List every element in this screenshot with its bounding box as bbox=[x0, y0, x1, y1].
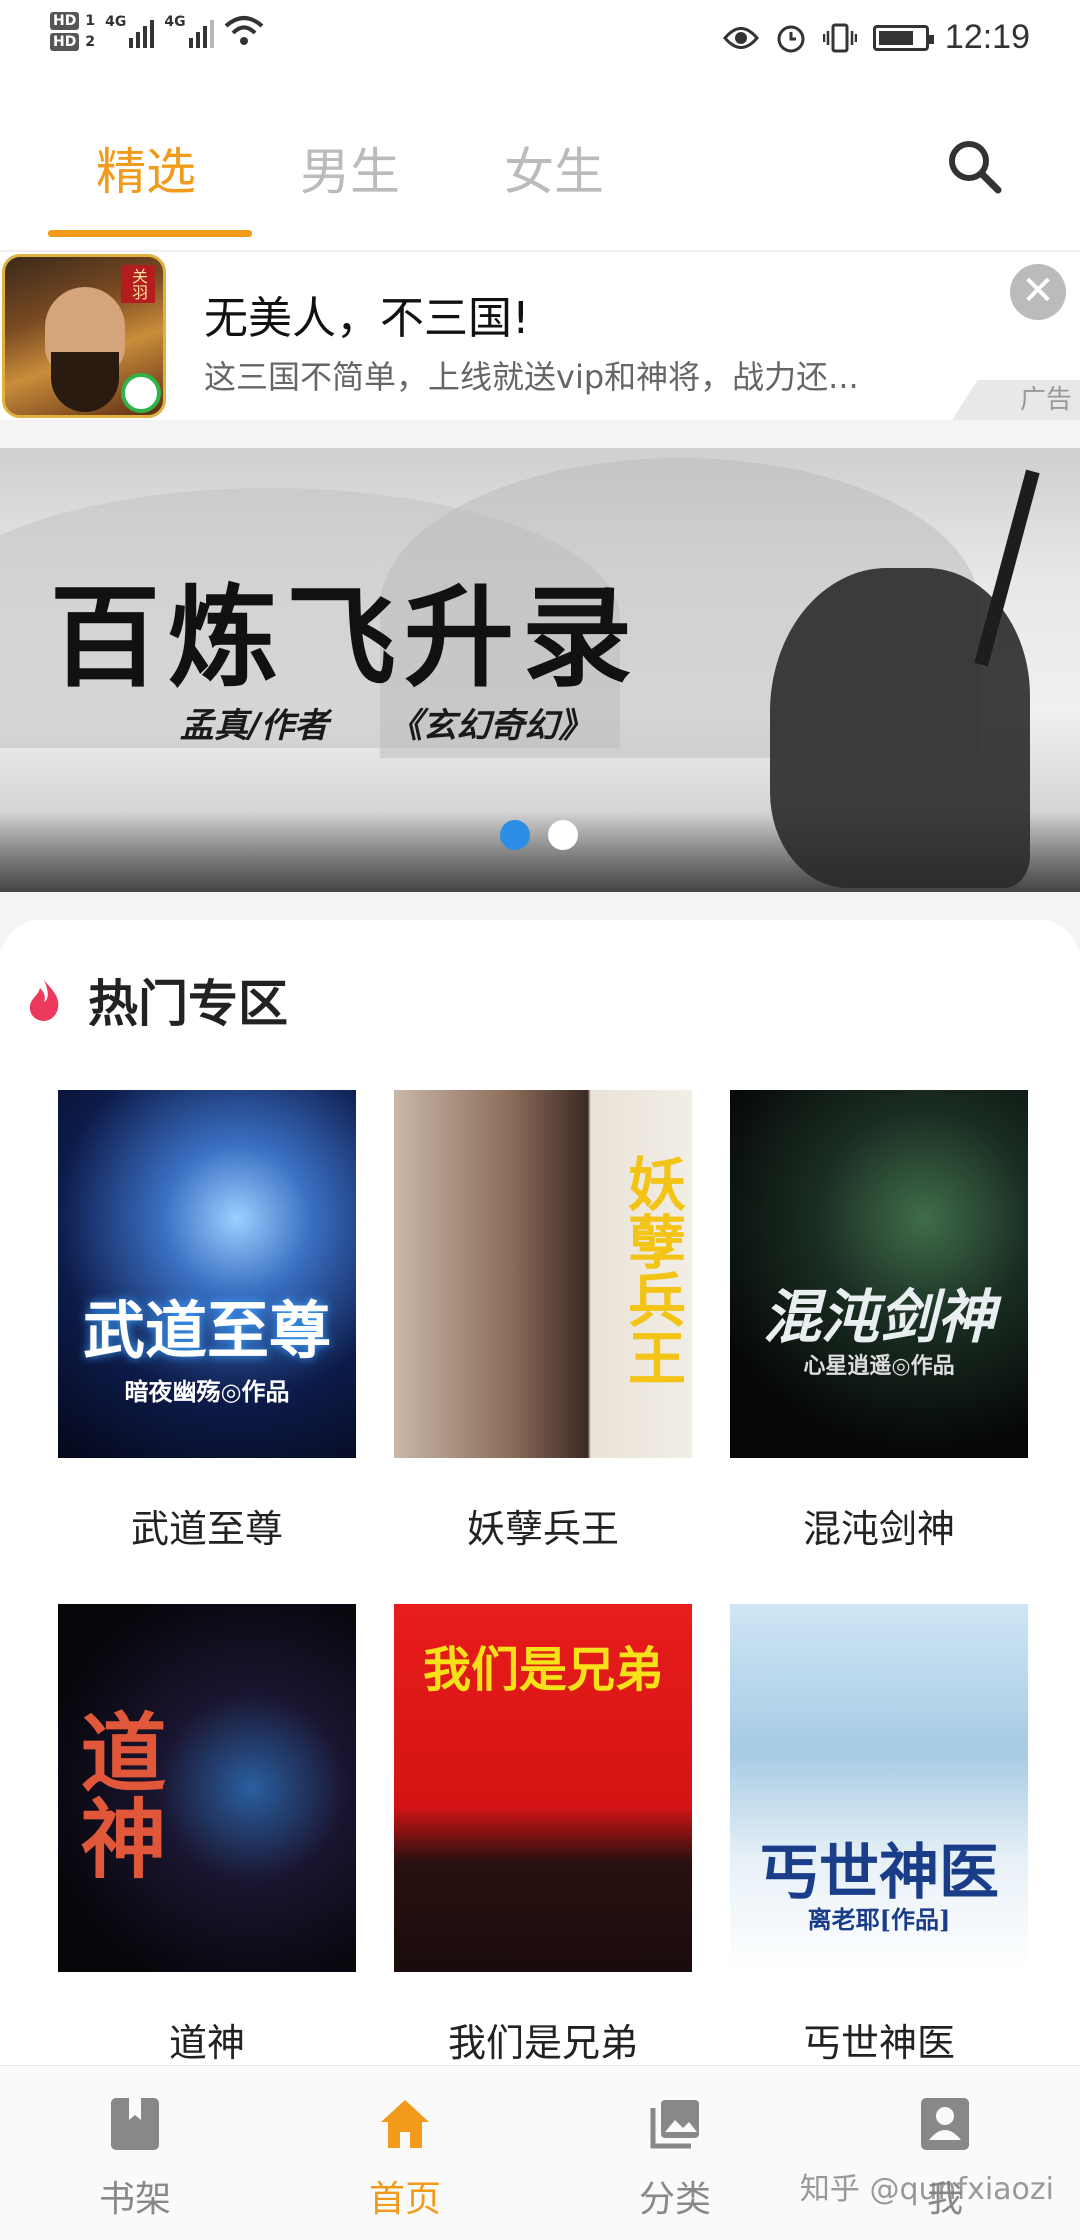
book-cover-3-title: 混沌剑神 bbox=[762, 1283, 995, 1351]
bookmark-icon bbox=[111, 2098, 159, 2150]
tab-featured[interactable]: 精选 bbox=[96, 132, 196, 204]
hero-author: 孟真/作者 bbox=[180, 706, 329, 746]
book-cover-3-author: 心星逍遥◎作品 bbox=[803, 1353, 955, 1379]
book-title-1[interactable]: 武道至尊 bbox=[58, 1498, 356, 1553]
book-title-5[interactable]: 我们是兄弟 bbox=[394, 2012, 692, 2067]
nav-home-label: 首页 bbox=[368, 2179, 441, 2220]
book-card-2[interactable]: 妖孽兵王 妖孽兵王 bbox=[394, 1090, 692, 1553]
network-type-1: 4G bbox=[105, 14, 127, 30]
book-title-6[interactable]: 丐世神医 bbox=[730, 2012, 1028, 2067]
app-store-badge-icon bbox=[121, 373, 161, 413]
carousel-indicator bbox=[500, 820, 578, 850]
carousel-dot-2[interactable] bbox=[548, 820, 578, 850]
ad-description: 这三国不简单，上线就送vip和神将，战力还... bbox=[204, 358, 859, 396]
battery-icon bbox=[872, 24, 934, 51]
ad-banner[interactable]: 关羽 无美人，不三国! 这三国不简单，上线就送vip和神将，战力还... ✕ 广… bbox=[0, 250, 1080, 420]
eye-comfort-icon bbox=[722, 26, 759, 49]
sim2-number: 2 bbox=[85, 34, 96, 50]
hot-section-title: 热门专区 bbox=[88, 975, 288, 1033]
book-card-3[interactable]: 混沌剑神 心星逍遥◎作品 混沌剑神 bbox=[730, 1090, 1028, 1553]
sim-indicators: HD 1 HD 2 bbox=[50, 12, 96, 51]
hero-genre: 《玄幻奇幻》 bbox=[388, 706, 593, 746]
book-card-6[interactable]: 丐世神医 离老耶[作品] 丐世神医 bbox=[730, 1604, 1028, 2067]
book-cover-6-author: 离老耶[作品] bbox=[807, 1905, 951, 1934]
hot-section-header: 热门专区 bbox=[26, 964, 288, 1036]
book-card-1[interactable]: 武道至尊 暗夜幽殇◎作品 武道至尊 bbox=[58, 1090, 356, 1553]
person-icon bbox=[921, 2098, 969, 2150]
ad-label: 广告 bbox=[952, 380, 1080, 420]
bottom-nav: 书架 首页 分类 我 知乎 @qunfxiaozi bbox=[0, 2065, 1080, 2240]
book-cover-3[interactable]: 混沌剑神 心星逍遥◎作品 bbox=[730, 1090, 1028, 1458]
book-cover-6[interactable]: 丐世神医 离老耶[作品] bbox=[730, 1604, 1028, 1972]
sim1-number: 1 bbox=[85, 13, 96, 29]
status-bar: HD 1 HD 2 4G 4G 12:19 bbox=[0, 0, 1080, 80]
book-cover-5-title: 我们是兄弟 bbox=[422, 1642, 663, 1698]
carousel-dot-1[interactable] bbox=[500, 820, 530, 850]
nav-home[interactable]: 首页 bbox=[330, 2096, 480, 2222]
ad-title: 无美人，不三国! bbox=[204, 293, 530, 344]
ad-thumbnail: 关羽 bbox=[2, 254, 166, 418]
book-cover-1-author: 暗夜幽殇◎作品 bbox=[124, 1377, 290, 1406]
book-title-4[interactable]: 道神 bbox=[58, 2012, 356, 2067]
nav-category-label: 分类 bbox=[638, 2179, 711, 2220]
tab-female[interactable]: 女生 bbox=[504, 132, 604, 204]
book-cover-2[interactable]: 妖孽兵王 bbox=[394, 1090, 692, 1458]
close-icon[interactable]: ✕ bbox=[1010, 264, 1066, 320]
hero-title: 百炼飞升录 bbox=[50, 573, 640, 702]
hero-carousel[interactable]: 百炼飞升录 孟真/作者 《玄幻奇幻》 bbox=[0, 448, 1080, 892]
network-type-2: 4G bbox=[164, 14, 186, 30]
hero-subtitle: 孟真/作者 《玄幻奇幻》 bbox=[180, 698, 592, 747]
nav-bookshelf-label: 书架 bbox=[98, 2179, 171, 2220]
nav-category[interactable]: 分类 bbox=[600, 2096, 750, 2222]
book-title-2[interactable]: 妖孽兵王 bbox=[394, 1498, 692, 1553]
home-icon bbox=[381, 2100, 429, 2148]
wifi-icon bbox=[224, 16, 263, 45]
book-cover-5[interactable]: 我们是兄弟 bbox=[394, 1604, 692, 1972]
nav-bookshelf[interactable]: 书架 bbox=[60, 2096, 210, 2222]
signal-2-icon: 4G bbox=[164, 14, 214, 48]
book-cover-1-title: 武道至尊 bbox=[82, 1294, 331, 1367]
sim1-hd-badge: HD bbox=[50, 12, 80, 30]
alarm-icon bbox=[777, 25, 805, 52]
book-cover-2-title: 妖孽兵王 bbox=[618, 1154, 686, 1386]
flame-icon bbox=[29, 980, 59, 1021]
book-cover-1[interactable]: 武道至尊 暗夜幽殇◎作品 bbox=[58, 1090, 356, 1458]
top-nav: 精选 男生 女生 bbox=[0, 80, 1080, 250]
book-cover-6-title: 丐世神医 bbox=[759, 1838, 999, 1908]
ad-thumbnail-tag: 关羽 bbox=[121, 265, 155, 303]
signal-1-icon: 4G bbox=[105, 14, 155, 48]
tab-male[interactable]: 男生 bbox=[300, 132, 400, 204]
active-tab-indicator bbox=[48, 230, 252, 237]
gallery-icon bbox=[650, 2100, 699, 2149]
hot-section: 热门专区 武道至尊 暗夜幽殇◎作品 武道至尊 妖孽兵王 妖孽兵王 混沌剑神 心星… bbox=[0, 920, 1080, 2065]
search-icon[interactable] bbox=[946, 138, 1002, 194]
vibrate-icon bbox=[822, 23, 857, 52]
book-cover-4-title: 道神 bbox=[65, 1708, 166, 1880]
ad-thumbnail-beard bbox=[51, 352, 119, 412]
watermark: 知乎 @qunfxiaozi bbox=[799, 2172, 1054, 2207]
book-card-5[interactable]: 我们是兄弟 我们是兄弟 bbox=[394, 1604, 692, 2067]
book-title-3[interactable]: 混沌剑神 bbox=[730, 1498, 1028, 1553]
book-card-4[interactable]: 道神 道神 bbox=[58, 1604, 356, 2067]
book-cover-4[interactable]: 道神 bbox=[58, 1604, 356, 1972]
clock: 12:19 bbox=[944, 18, 1030, 56]
sim2-hd-badge: HD bbox=[50, 33, 80, 51]
